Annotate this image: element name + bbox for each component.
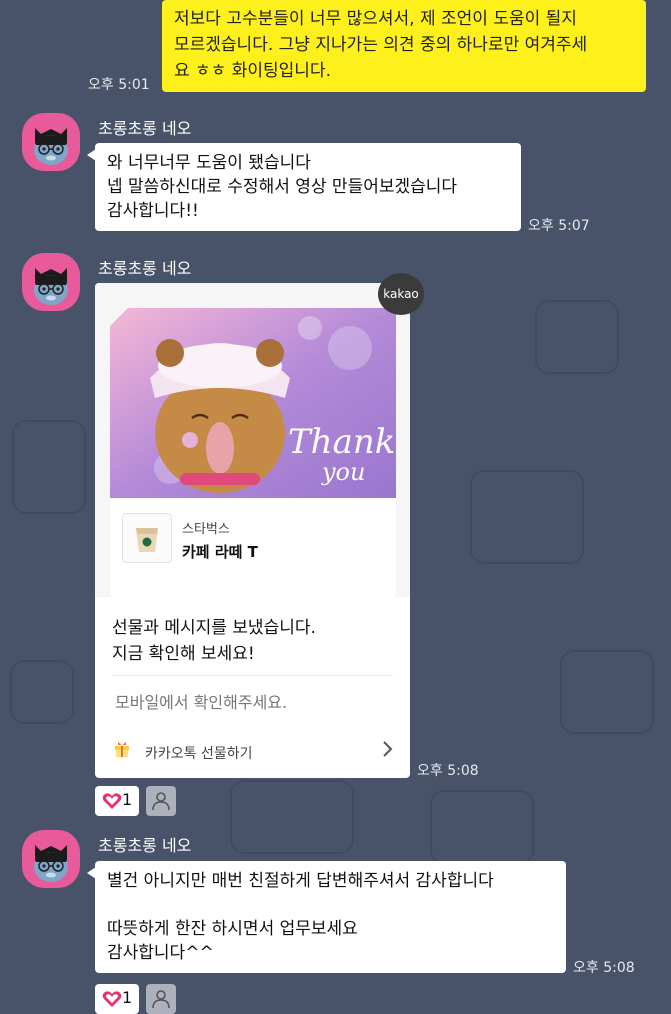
gift-box-icon — [115, 742, 129, 757]
sender-name: 초롱초롱 네오 — [98, 259, 192, 278]
product-brand: 스타벅스 — [182, 522, 230, 537]
like-count: 1 — [122, 988, 133, 1007]
message-bubble[interactable]: 별건 아니지만 매번 친절하게 답변해주셔서 감사합니다 따뜻하게 한잔 하시면… — [87, 861, 566, 973]
neo-character-icon — [34, 128, 68, 165]
heart-icon — [102, 793, 122, 809]
sender-name: 초롱초롱 네오 — [98, 836, 192, 855]
message-line: 감사합니다!! — [107, 201, 199, 221]
sender-name: 초롱초롱 네오 — [98, 119, 192, 138]
thank-you-image: Thank you — [110, 308, 396, 498]
kakao-badge: kakao — [378, 273, 424, 315]
message-line: 감사합니다^^ — [107, 943, 214, 963]
message-bubble[interactable]: 와 너무너무 도움이 됐습니다 넵 말씀하신대로 수정해서 영상 만들어보겠습니… — [87, 143, 521, 231]
add-reaction-button[interactable] — [146, 984, 176, 1014]
person-icon — [152, 792, 170, 811]
sender-avatar[interactable] — [22, 113, 80, 171]
gift-link-label: 카카오톡 선물하기 — [145, 746, 253, 762]
my-message-bubble[interactable]: 저보다 고수분들이 너무 많으셔서, 제 조언이 도움이 될지 모르겠습니다. … — [162, 0, 646, 92]
add-reaction-button[interactable] — [146, 786, 176, 816]
person-icon — [152, 990, 170, 1009]
message-time: 오후 5:08 — [573, 960, 635, 976]
message-time: 오후 5:08 — [417, 763, 479, 779]
heart-icon — [102, 991, 122, 1007]
message-line: 모르겠습니다. 그냥 지나가는 의견 중의 하나로만 여겨주세 — [174, 35, 588, 55]
like-count: 1 — [122, 790, 133, 809]
message-line: 지금 확인해 보세요! — [112, 644, 255, 664]
mobile-note: 모바일에서 확인해주세요. — [115, 693, 288, 712]
message-line: 저보다 고수분들이 너무 많으셔서, 제 조언이 도움이 될지 — [174, 9, 577, 29]
background-doodle — [230, 780, 354, 854]
gift-card[interactable]: Thank you 스타벅스 카페 라떼 T 선물과 메시지를 보냈습니다. 지… — [95, 283, 410, 778]
message-line: 와 너무너무 도움이 됐습니다 — [107, 153, 311, 173]
message-line: 넵 말씀하신대로 수정해서 영상 만들어보겠습니다 — [107, 177, 458, 197]
gift-link-button[interactable]: 카카오톡 선물하기 — [95, 731, 410, 771]
product-name: 카페 라떼 T — [182, 543, 258, 561]
gift-message: 선물과 메시지를 보냈습니다. 지금 확인해 보세요! — [112, 615, 316, 667]
sender-avatar[interactable] — [22, 253, 80, 311]
message-line: 선물과 메시지를 보냈습니다. — [112, 618, 316, 638]
message-line: 별건 아니지만 매번 친절하게 답변해주셔서 감사합니다 — [107, 871, 494, 891]
neo-character-icon — [34, 845, 68, 882]
background-doodle — [12, 420, 86, 514]
coffee-cup-icon — [122, 513, 172, 563]
background-doodle — [470, 470, 584, 564]
like-reaction[interactable]: 1 — [95, 984, 139, 1014]
background-doodle — [10, 660, 74, 724]
divider — [112, 675, 393, 676]
background-doodle — [535, 300, 619, 374]
thank-text: Thank — [288, 422, 395, 462]
product-info: 스타벅스 카페 라떼 T — [110, 498, 396, 598]
message-time: 오후 5:07 — [528, 218, 590, 234]
you-text: you — [321, 458, 365, 486]
background-doodle — [430, 790, 534, 864]
background-doodle — [560, 650, 654, 734]
neo-character-icon — [34, 268, 68, 305]
like-reaction[interactable]: 1 — [95, 786, 139, 816]
message-time: 오후 5:01 — [88, 77, 150, 93]
message-line: 요 ㅎㅎ 화이팅입니다. — [174, 61, 331, 81]
chevron-right-icon — [383, 741, 393, 757]
gift-card-header: Thank you 스타벅스 카페 라떼 T — [95, 283, 410, 598]
message-line: 따뜻하게 한잔 하시면서 업무보세요 — [107, 919, 358, 939]
message-line — [107, 893, 554, 917]
gift-thumbnail[interactable]: Thank you 스타벅스 카페 라떼 T — [110, 308, 396, 598]
sender-avatar[interactable] — [22, 830, 80, 888]
